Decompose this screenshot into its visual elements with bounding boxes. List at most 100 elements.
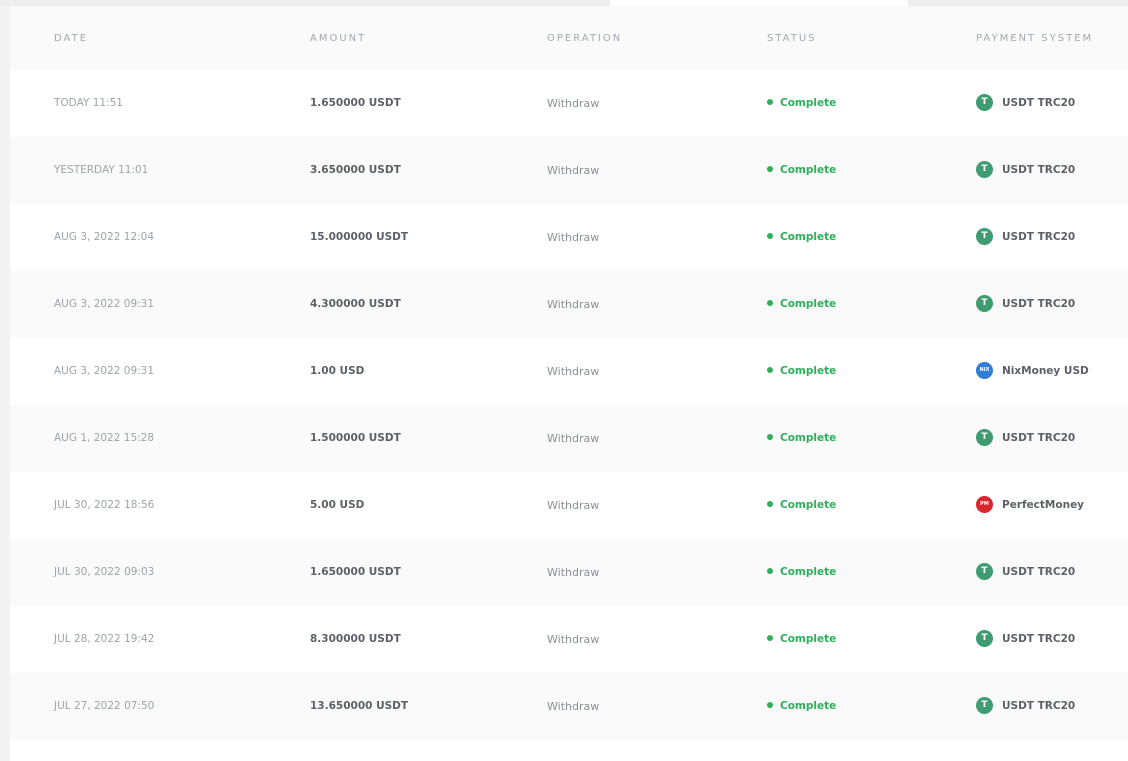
row-operation: Withdraw — [547, 97, 600, 110]
usdt-icon: T — [976, 428, 993, 446]
table-row[interactable]: AUG 3, 2022 09:31 4.300000 USDT Withdraw Co… — [10, 271, 1128, 338]
status-badge: Complete — [767, 137, 836, 204]
usdt-icon: T — [976, 562, 993, 580]
row-amount: 1.650000 USDT — [310, 566, 401, 578]
status-dot-icon — [767, 434, 773, 440]
status-label: Complete — [780, 97, 837, 109]
status-label: Complete — [780, 633, 837, 645]
status-badge: Complete — [767, 539, 836, 606]
status-label: Complete — [780, 365, 837, 377]
transactions-table: DATE AMOUNT OPERATION STATUS PAYMENT SYS… — [10, 6, 1128, 761]
table-row[interactable]: JUL 28, 2022 19:42 8.300000 USDT Withdraw C… — [10, 606, 1128, 673]
row-date: AUG 3, 2022 12:04 — [54, 231, 155, 243]
row-payment-system: PM PerfectMoney — [976, 472, 1084, 539]
usdt-icon: T — [976, 227, 993, 245]
row-amount: 5.00 USD — [310, 499, 365, 511]
status-label: Complete — [780, 566, 837, 578]
status-dot-icon — [767, 501, 773, 507]
row-operation: Withdraw — [547, 700, 600, 713]
status-dot-icon — [767, 300, 773, 306]
column-header-payment-system: PAYMENT SYSTEM — [976, 33, 1094, 44]
payment-system-label: USDT TRC20 — [1002, 231, 1076, 243]
row-date: JUL 30, 2022 18:56 — [54, 499, 155, 511]
payment-system-label: USDT TRC20 — [1002, 298, 1076, 310]
status-badge: Complete — [767, 673, 836, 740]
table-row[interactable]: JUL 27, 2022 07:50 13.650000 USDT Withdraw… — [10, 673, 1128, 740]
status-label: Complete — [780, 164, 837, 176]
column-header-date: DATE — [54, 33, 89, 44]
table-row[interactable]: JUL 30, 2022 18:56 5.00 USD Withdraw Comple… — [10, 472, 1128, 539]
row-operation: Withdraw — [547, 566, 600, 579]
row-operation: Withdraw — [547, 298, 600, 311]
payment-system-label: USDT TRC20 — [1002, 164, 1076, 176]
status-label: Complete — [780, 231, 837, 243]
row-payment-system: T USDT TRC20 — [976, 606, 1075, 673]
row-operation: Withdraw — [547, 432, 600, 445]
row-payment-system: T USDT TRC20 — [976, 70, 1075, 137]
usdt-icon: T — [976, 294, 993, 312]
table-row[interactable]: JUL 30, 2022 09:03 1.650000 USDT Withdraw C… — [10, 539, 1128, 606]
table-row[interactable]: AUG 3, 2022 12:04 15.000000 USDT Withdraw C… — [10, 204, 1128, 271]
status-label: Complete — [780, 499, 837, 511]
row-payment-system: T USDT TRC20 — [976, 673, 1075, 740]
row-operation: Withdraw — [547, 164, 600, 177]
usdt-icon: T — [976, 93, 993, 111]
table-header-row: DATE AMOUNT OPERATION STATUS PAYMENT SYS… — [10, 6, 1128, 71]
table-row[interactable]: AUG 3, 2022 09:31 1.00 USD Withdraw Complet… — [10, 338, 1128, 405]
payment-system-label: USDT TRC20 — [1002, 566, 1076, 578]
table-row[interactable]: AUG 1, 2022 15:28 1.500000 USDT Withdraw Co… — [10, 405, 1128, 472]
row-amount: 8.300000 USDT — [310, 633, 401, 645]
status-badge: Complete — [767, 472, 836, 539]
row-payment-system: T USDT TRC20 — [976, 271, 1075, 338]
payment-system-label: USDT TRC20 — [1002, 97, 1076, 109]
page: DATE AMOUNT OPERATION STATUS PAYMENT SYS… — [0, 0, 1128, 761]
status-dot-icon — [767, 702, 773, 708]
column-header-amount: AMOUNT — [310, 33, 367, 44]
payment-system-label: USDT TRC20 — [1002, 633, 1076, 645]
row-operation: Withdraw — [547, 365, 600, 378]
usdt-icon: T — [976, 629, 993, 647]
table-footer-spacer — [10, 741, 1128, 761]
row-date: JUL 27, 2022 07:50 — [54, 700, 155, 712]
row-payment-system: T USDT TRC20 — [976, 137, 1075, 204]
row-operation: Withdraw — [547, 499, 600, 512]
payment-system-label: USDT TRC20 — [1002, 432, 1076, 444]
table-row[interactable]: YESTERDAY 11:01 3.650000 USDT Withdraw Comp… — [10, 137, 1128, 204]
row-operation: Withdraw — [547, 633, 600, 646]
status-dot-icon — [767, 367, 773, 373]
status-label: Complete — [780, 700, 837, 712]
table-row[interactable]: TODAY 11:51 1.650000 USDT Withdraw Complete… — [10, 70, 1128, 137]
status-badge: Complete — [767, 70, 836, 137]
payment-system-label: NixMoney USD — [1002, 365, 1089, 377]
status-badge: Complete — [767, 405, 836, 472]
row-payment-system: T USDT TRC20 — [976, 539, 1075, 606]
status-dot-icon — [767, 166, 773, 172]
status-dot-icon — [767, 233, 773, 239]
row-amount: 1.00 USD — [310, 365, 365, 377]
column-header-status: STATUS — [767, 33, 817, 44]
row-amount: 4.300000 USDT — [310, 298, 401, 310]
row-amount: 1.500000 USDT — [310, 432, 401, 444]
payment-system-label: PerfectMoney — [1002, 499, 1085, 511]
row-amount: 15.000000 USDT — [310, 231, 409, 243]
status-dot-icon — [767, 635, 773, 641]
row-date: AUG 1, 2022 15:28 — [54, 432, 155, 444]
perfectmoney-icon: PM — [976, 495, 993, 513]
row-date: JUL 30, 2022 09:03 — [54, 566, 155, 578]
status-dot-icon — [767, 568, 773, 574]
status-badge: Complete — [767, 338, 836, 405]
nixmoney-icon: NIX — [976, 361, 993, 379]
row-payment-system: NIX NixMoney USD — [976, 338, 1089, 405]
row-date: YESTERDAY 11:01 — [54, 164, 149, 176]
row-date: TODAY 11:51 — [54, 97, 123, 109]
row-amount: 1.650000 USDT — [310, 97, 401, 109]
status-badge: Complete — [767, 204, 836, 271]
usdt-icon: T — [976, 160, 993, 178]
status-label: Complete — [780, 432, 837, 444]
row-amount: 3.650000 USDT — [310, 164, 401, 176]
row-payment-system: T USDT TRC20 — [976, 204, 1075, 271]
row-operation: Withdraw — [547, 231, 600, 244]
row-date: AUG 3, 2022 09:31 — [54, 365, 155, 377]
row-date: JUL 28, 2022 19:42 — [54, 633, 155, 645]
row-amount: 13.650000 USDT — [310, 700, 409, 712]
